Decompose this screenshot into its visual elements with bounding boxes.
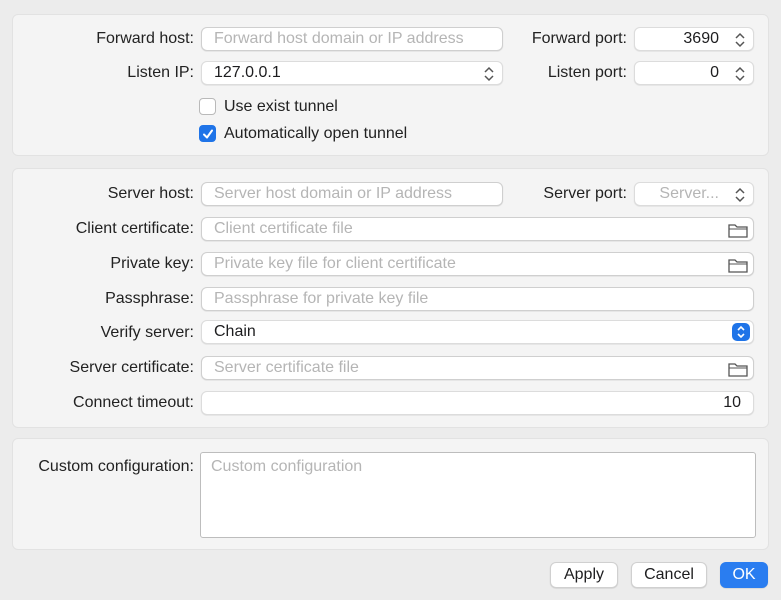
private-key-input[interactable]: Private key file for client certificate <box>201 252 754 276</box>
folder-icon[interactable] <box>727 256 749 274</box>
server-host-input[interactable]: Server host domain or IP address <box>201 182 503 206</box>
passphrase-input[interactable]: Passphrase for private key file <box>201 287 754 311</box>
forward-port-stepper[interactable]: 3690 <box>634 27 754 51</box>
server-certificate-placeholder: Server certificate file <box>214 359 359 376</box>
stepper-icon[interactable] <box>733 31 747 49</box>
forward-host-label: Forward host: <box>96 30 194 47</box>
folder-icon[interactable] <box>727 221 749 239</box>
server-host-label: Server host: <box>107 185 194 202</box>
listen-ip-value: 127.0.0.1 <box>214 64 281 81</box>
stepper-icon[interactable] <box>733 186 747 204</box>
listen-ip-combo[interactable]: 127.0.0.1 <box>201 61 503 85</box>
connect-timeout-label: Connect timeout: <box>73 394 194 411</box>
client-certificate-label: Client certificate: <box>75 220 194 237</box>
server-certificate-label: Server certificate: <box>69 359 194 376</box>
listen-ip-label: Listen IP: <box>127 64 194 81</box>
verify-server-select[interactable]: Chain <box>201 320 754 344</box>
listen-port-stepper[interactable]: 0 <box>634 61 754 85</box>
auto-open-tunnel-checkbox[interactable] <box>199 125 216 142</box>
ok-button[interactable]: OK <box>720 562 768 588</box>
use-exist-tunnel-label[interactable]: Use exist tunnel <box>224 98 338 116</box>
custom-configuration-label: Custom configuration: <box>38 458 194 475</box>
client-certificate-input[interactable]: Client certificate file <box>201 217 754 241</box>
listen-port-label: Listen port: <box>547 64 627 81</box>
verify-server-value: Chain <box>214 323 256 340</box>
passphrase-label: Passphrase: <box>105 290 194 307</box>
server-port-placeholder: Server... <box>659 185 719 202</box>
private-key-placeholder: Private key file for client certificate <box>214 255 456 272</box>
stepper-icon[interactable] <box>733 65 747 83</box>
verify-server-label: Verify server: <box>100 324 194 341</box>
forward-port-value: 3690 <box>683 30 719 47</box>
server-certificate-input[interactable]: Server certificate file <box>201 356 754 380</box>
forward-host-input[interactable]: Forward host domain or IP address <box>201 27 503 51</box>
client-certificate-placeholder: Client certificate file <box>214 220 353 237</box>
listen-port-value: 0 <box>710 64 719 81</box>
auto-open-tunnel-label[interactable]: Automatically open tunnel <box>224 125 407 143</box>
server-port-stepper[interactable]: Server... <box>634 182 754 206</box>
connect-timeout-input[interactable]: 10 <box>201 391 754 415</box>
folder-icon[interactable] <box>727 360 749 378</box>
popup-chevron-icon[interactable] <box>732 323 750 341</box>
checkmark-icon <box>203 129 213 139</box>
server-port-label: Server port: <box>543 185 627 202</box>
forward-port-label: Forward port: <box>531 30 627 47</box>
custom-configuration-textarea[interactable]: Custom configuration <box>200 452 756 538</box>
popup-chevron-icon[interactable] <box>482 65 496 83</box>
private-key-label: Private key: <box>110 255 194 272</box>
cancel-button[interactable]: Cancel <box>631 562 707 588</box>
apply-button[interactable]: Apply <box>550 562 618 588</box>
use-exist-tunnel-checkbox[interactable] <box>199 98 216 115</box>
